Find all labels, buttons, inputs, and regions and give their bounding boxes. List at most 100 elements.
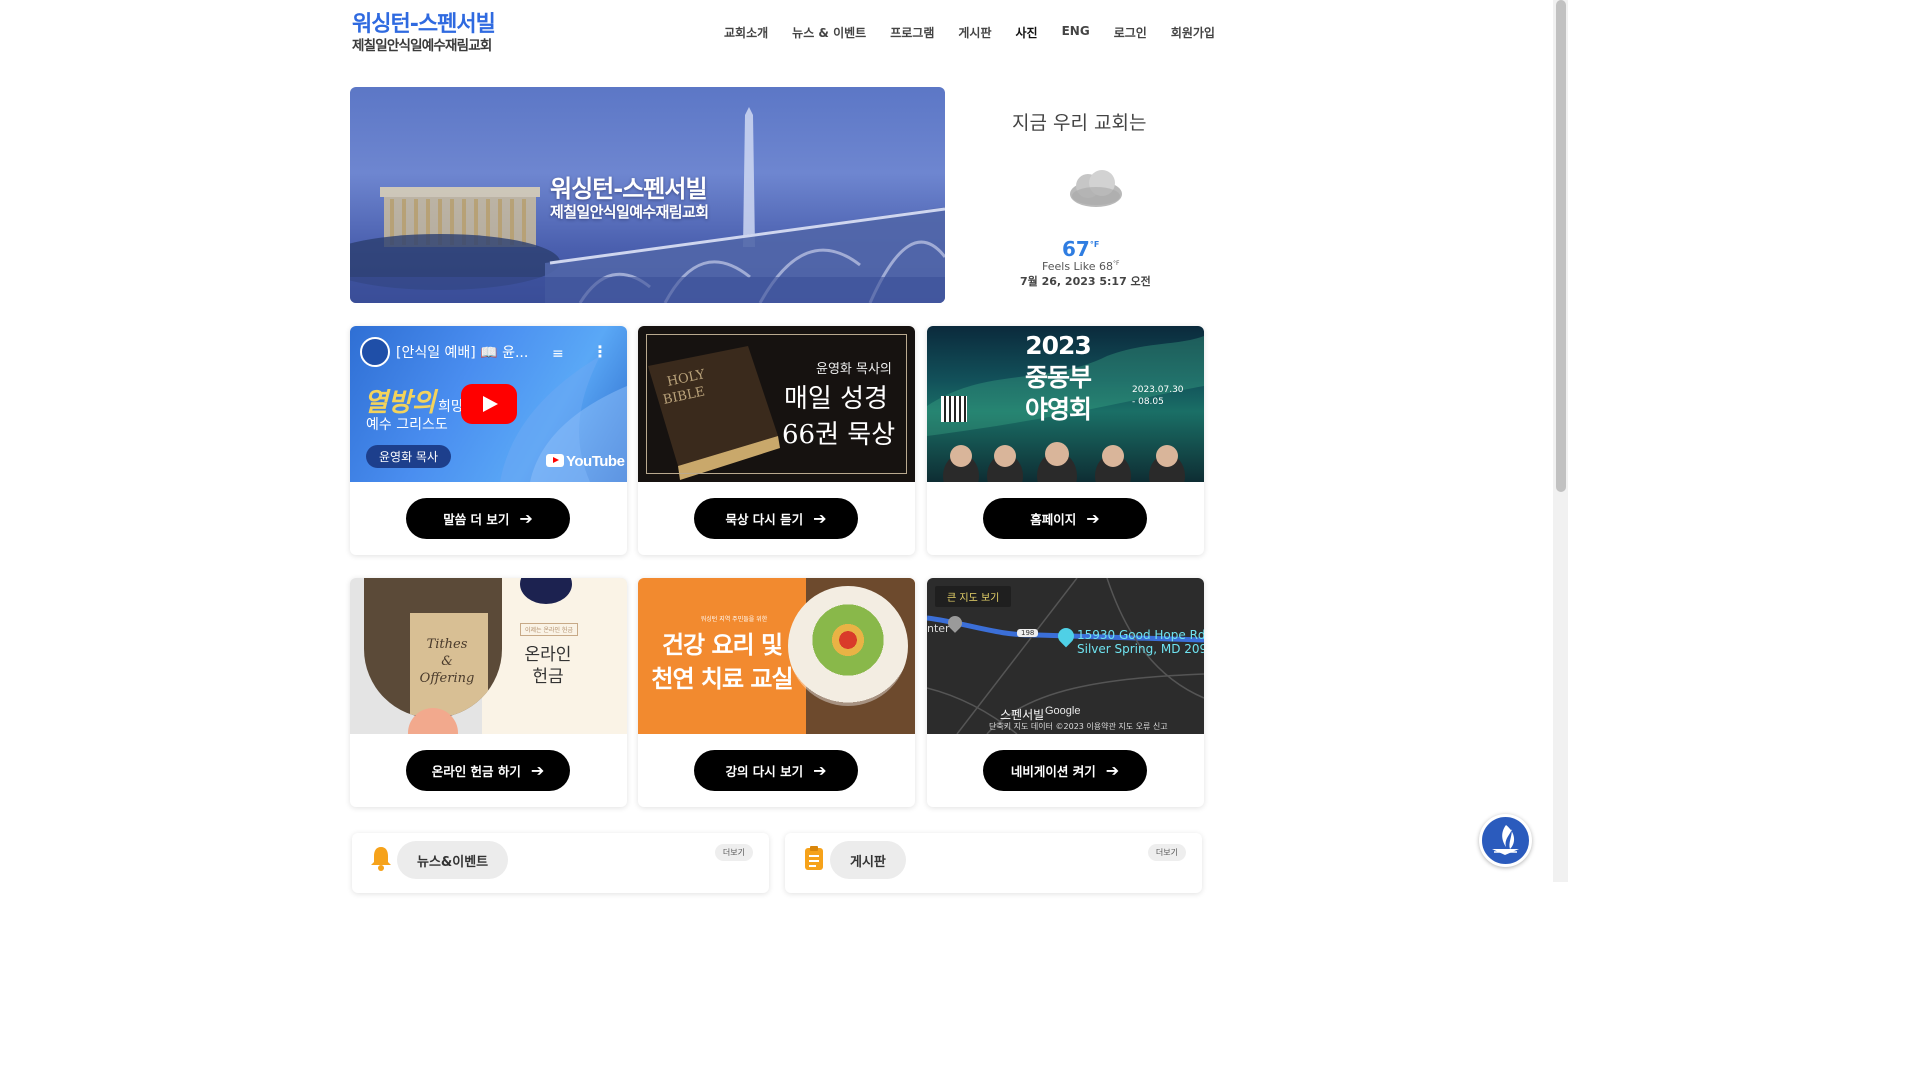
qr-code (941, 396, 967, 422)
arrow-right-icon: ➔ (1105, 761, 1120, 780)
replay-lecture-label: 강의 다시 보기 (725, 764, 804, 779)
cooking-title-1: 건강 요리 및 (661, 631, 783, 659)
offering-box-text: Tithes & Offering (412, 636, 482, 687)
arrow-right-icon: ➔ (1086, 509, 1100, 528)
offering-box-line3: Offering (419, 671, 475, 686)
replay-lecture-button[interactable]: 강의 다시 보기 ➔ (694, 750, 858, 791)
hero-title: 워싱턴-스펜서빌 (550, 175, 708, 203)
address-line1: 15930 Good Hope Rd, (1077, 628, 1204, 642)
replay-meditation-button[interactable]: 묵상 다시 듣기 ➔ (694, 498, 858, 539)
bell-icon (370, 845, 392, 875)
temperature-value: 67 (1062, 237, 1090, 261)
more-sermons-button[interactable]: 말씀 더 보기 ➔ (406, 498, 570, 539)
sda-logo-button[interactable] (1479, 814, 1532, 867)
camp-dates: 2023.07.30 - 08.05 (1132, 384, 1184, 408)
board-more-button[interactable]: 더보기 (1147, 844, 1186, 861)
playlist-icon[interactable]: ≡ (552, 346, 564, 362)
sermon-card: [안식일 예배] 📖 윤... ≡ ⋮ 열방의 희망 예수 그리스도 윤영화 목… (350, 326, 627, 555)
map-address: 15930 Good Hope Rd, Silver Spring, MD 20… (1077, 628, 1204, 656)
nav-signup[interactable]: 회원가입 (1171, 24, 1215, 41)
camp-meeting-image: 2023 중동부 야영회 2023.07.30 - 08.05 (927, 326, 1204, 482)
map-footer[interactable]: 단축키 지도 데이터 ©2023 이용약관 지도 오류 신고 (989, 721, 1168, 732)
arrow-right-icon: ➔ (813, 509, 827, 528)
youtube-video-embed[interactable]: [안식일 예배] 📖 윤... ≡ ⋮ 열방의 희망 예수 그리스도 윤영화 목… (350, 326, 627, 482)
weather-feels-like: Feels Like 68°F (1042, 260, 1119, 273)
cooking-title-2: 천연 치료 교실 (651, 665, 793, 693)
weather-temperature: 67°F (1062, 237, 1099, 261)
youtube-logo[interactable]: YouTube (546, 453, 625, 470)
address-line2: Silver Spring, MD 20905 (1077, 642, 1204, 656)
camp-meeting-card: 2023 중동부 야영회 2023.07.30 - 08.05 홈페이지 ➔ (927, 326, 1204, 555)
bible-card: HOLY BIBLE 윤영화 목사의 매일 성경 66권 묵상 묵상 다시 듣기… (638, 326, 915, 555)
homepage-label: 홈페이지 (1030, 512, 1077, 527)
feels-like-text: Feels Like 68 (1042, 260, 1113, 273)
news-panel-title[interactable]: 뉴스&이벤트 (397, 841, 509, 879)
news-panel: 뉴스&이벤트 더보기 (352, 833, 769, 893)
nav-news-events[interactable]: 뉴스 & 이벤트 (792, 24, 866, 41)
pastor-badge: 윤영화 목사 (366, 445, 452, 468)
feels-like-unit: °F (1112, 260, 1120, 267)
main-nav: 교회소개 뉴스 & 이벤트 프로그램 게시판 사진 ENG 로그인 회원가입 (724, 24, 1239, 41)
youtube-logo-icon (546, 454, 564, 467)
camp-year: 2023 (1025, 331, 1092, 360)
cooking-subtitle: 워싱턴 지역 주민들을 위한 (700, 616, 768, 623)
site-logo[interactable]: 워싱턴-스펜서빌 제칠일안식일예수재림교회 (352, 12, 496, 54)
bible-meditation-image: HOLY BIBLE 윤영화 목사의 매일 성경 66권 묵상 (638, 326, 915, 482)
online-offering-label: 온라인 헌금 하기 (431, 764, 521, 779)
nav-login[interactable]: 로그인 (1114, 24, 1147, 41)
cooking-class-image: 워싱턴 지역 주민들을 위한 건강 요리 및 천연 치료 교실 (638, 578, 915, 734)
nav-english[interactable]: ENG (1062, 24, 1090, 41)
map-place-label: nter (927, 622, 950, 635)
cooking-title: 건강 요리 및 천연 치료 교실 (644, 628, 800, 696)
online-offering-button[interactable]: 온라인 헌금 하기 ➔ (406, 750, 570, 791)
offering-title-1: 온라인 (524, 645, 572, 665)
arrow-right-icon: ➔ (530, 761, 545, 780)
offering-box-line1: Tithes (426, 637, 468, 652)
nav-photos[interactable]: 사진 (1016, 24, 1038, 41)
bible-subtitle: 윤영화 목사의 (816, 362, 892, 377)
nav-programs[interactable]: 프로그램 (890, 24, 934, 41)
video-title[interactable]: [안식일 예배] 📖 윤... (396, 342, 528, 362)
youtube-logo-text: YouTube (566, 453, 625, 470)
logo-subtitle: 제칠일안식일예수재림교회 (352, 38, 492, 54)
offering-tag: 이제는 온라인 헌금 (520, 623, 578, 636)
offering-box-line2: & (441, 654, 453, 669)
page-scrollbar[interactable] (1553, 0, 1568, 882)
clipboard-icon (803, 845, 825, 875)
navigation-button[interactable]: 네비게이션 켜기 ➔ (983, 750, 1147, 791)
arrow-right-icon: ➔ (813, 761, 827, 780)
sermon-headline-3: 예수 그리스도 (366, 417, 448, 433)
nav-board[interactable]: 게시판 (958, 24, 991, 41)
play-button-icon[interactable] (461, 384, 517, 424)
temperature-unit: °F (1089, 240, 1100, 249)
offering-card: Tithes & Offering 이제는 온라인 헌금 온라인 헌금 온라인 … (350, 578, 627, 807)
nav-about[interactable]: 교회소개 (724, 24, 768, 41)
view-larger-map-button[interactable]: 큰 지도 보기 (935, 586, 1012, 607)
route-number: 198 (1017, 629, 1039, 637)
more-options-icon[interactable]: ⋮ (592, 342, 608, 361)
board-panel-title[interactable]: 게시판 (830, 841, 906, 879)
map-card: 큰 지도 보기 nter 198 15930 Good Hope Rd, Sil… (927, 578, 1204, 807)
hero-banner: 워싱턴-스펜서빌 제칠일안식일예수재림교회 (350, 87, 945, 303)
channel-avatar[interactable] (360, 337, 390, 367)
bible-title-2: 66권 묵상 (782, 420, 896, 450)
hero-subtitle: 제칠일안식일예수재림교회 (550, 203, 709, 221)
scrollbar-thumb[interactable] (1556, 0, 1566, 492)
weather-datetime: 7월 26, 2023 5:17 오전 (1020, 275, 1151, 288)
cooking-class-card: 워싱턴 지역 주민들을 위한 건강 요리 및 천연 치료 교실 강의 다시 보기… (638, 578, 915, 807)
navigation-label: 네비게이션 켜기 (1010, 764, 1096, 779)
google-map-embed[interactable]: 큰 지도 보기 nter 198 15930 Good Hope Rd, Sil… (927, 578, 1204, 734)
online-offering-image: Tithes & Offering 이제는 온라인 헌금 온라인 헌금 (350, 578, 627, 734)
news-more-button[interactable]: 더보기 (714, 844, 753, 861)
sda-flame-icon (1492, 825, 1519, 855)
bible-title-1: 매일 성경 (784, 384, 888, 414)
camp-date-end: - 08.05 (1132, 397, 1164, 407)
board-panel: 게시판 더보기 (785, 833, 1202, 893)
camp-date-start: 2023.07.30 (1132, 385, 1184, 395)
more-sermons-label: 말씀 더 보기 (443, 512, 510, 527)
weather-title: 지금 우리 교회는 (1012, 112, 1147, 134)
homepage-button[interactable]: 홈페이지 ➔ (983, 498, 1147, 539)
replay-meditation-label: 묵상 다시 듣기 (725, 512, 804, 527)
cloud-icon (1066, 166, 1126, 214)
logo-title: 워싱턴-스펜서빌 (352, 12, 496, 37)
